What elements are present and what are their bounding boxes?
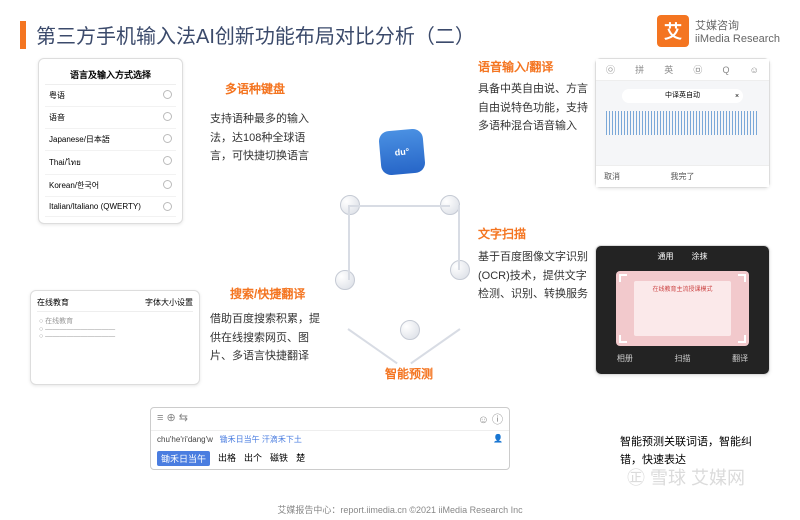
corner-icon: [619, 335, 627, 343]
section-kb-title: 多语种键盘: [225, 80, 285, 97]
album-icon[interactable]: 相册: [617, 353, 633, 364]
watermark: ㊣ 雪球 艾媒网: [627, 464, 745, 490]
language-header: 语言及输入方式选择: [45, 65, 176, 85]
connector-line: [458, 205, 460, 270]
lang-row[interactable]: Korean/한국어: [45, 175, 176, 197]
voice-panel: ㉧拼英㉤Q☺ 中译英自动× 取消我完了: [595, 58, 770, 188]
ocr-capture-area: 在线教育主流授课模式: [616, 271, 749, 346]
baidu-logo: du°: [380, 130, 430, 180]
footer: 艾媒报告中心：report.iimedia.cn ©2021 iiMedia R…: [0, 503, 800, 516]
section-search-title: 搜索/快捷翻译: [230, 285, 305, 302]
lang-row[interactable]: Italian/Italiano (QWERTY): [45, 197, 176, 217]
connector-line: [348, 205, 350, 280]
ime-pinyin: chu'he'ri'dang'w: [157, 435, 213, 444]
lang-row[interactable]: Japanese/日本語: [45, 129, 176, 151]
ime-candidates: 锄禾日当午 出格 出个 磁铁 楚: [151, 448, 509, 469]
radio-icon[interactable]: [163, 134, 172, 143]
diagram-node: [335, 270, 355, 290]
tab-online-edu[interactable]: 在线教育: [37, 297, 69, 308]
section-voice-body: 具备中英自由说、方言自由说特色功能，支持多语种混合语音输入: [478, 80, 588, 136]
scan-button[interactable]: 扫描: [674, 353, 690, 364]
waveform-icon: [606, 111, 759, 135]
brand-logo: 艾 艾媒咨询 iiMedia Research: [657, 15, 780, 47]
ocr-tab[interactable]: 通用: [658, 251, 674, 262]
connector-line: [350, 205, 450, 207]
corner-icon: [738, 335, 746, 343]
section-pred-title: 智能预测: [385, 365, 433, 382]
ocr-tab[interactable]: 涂抹: [692, 251, 708, 262]
radio-icon[interactable]: [163, 112, 172, 121]
ocr-doc: 在线教育主流授课模式: [634, 281, 731, 336]
translate-icon[interactable]: 翻译: [732, 353, 748, 364]
candidate[interactable]: 锄禾日当午: [157, 451, 210, 466]
connector-line: [347, 328, 397, 364]
voice-mode-bubble[interactable]: 中译英自动×: [622, 89, 743, 103]
title-accent: [20, 21, 26, 49]
candidate[interactable]: 出格: [218, 451, 236, 466]
ime-toolbar-right[interactable]: ☺ ⓘ: [478, 411, 503, 427]
brand-glyph: 艾: [657, 15, 689, 47]
ime-context: 锄禾日当午 汗滴禾下土: [220, 435, 302, 444]
diagram-node: [400, 320, 420, 340]
user-icon[interactable]: 👤: [493, 434, 503, 443]
radio-icon[interactable]: [163, 180, 172, 189]
diagram-node: [450, 260, 470, 280]
radio-icon[interactable]: [163, 90, 172, 99]
close-icon[interactable]: ×: [735, 90, 739, 104]
lang-row[interactable]: 语音: [45, 107, 176, 129]
language-panel: 语言及输入方式选择 粤语 语音 Japanese/日本語 Thai/ไทย Ko…: [38, 58, 183, 224]
candidate[interactable]: 楚: [296, 451, 305, 466]
candidate[interactable]: 出个: [244, 451, 262, 466]
voice-tabs: ㉧拼英㉤Q☺: [596, 59, 769, 81]
ime-preview: ≡ ⊕ ⇆☺ ⓘ chu'he'ri'dang'w 锄禾日当午 汗滴禾下土 👤 …: [150, 407, 510, 470]
section-search-body: 借助百度搜索积累，提供在线搜索网页、图片、多语言快捷翻译: [210, 310, 320, 366]
ime-toolbar-left[interactable]: ≡ ⊕ ⇆: [157, 411, 188, 427]
ocr-panel: 通用 涂抹 在线教育主流授课模式 相册 扫描 翻译: [595, 245, 770, 375]
radio-icon[interactable]: [163, 202, 172, 211]
radio-icon[interactable]: [163, 156, 172, 165]
brand-text: 艾媒咨询 iiMedia Research: [695, 17, 780, 45]
lang-row[interactable]: 粤语: [45, 85, 176, 107]
section-voice-title: 语音输入/翻译: [478, 58, 553, 75]
corner-icon: [619, 274, 627, 282]
corner-icon: [738, 274, 746, 282]
section-ocr-title: 文字扫描: [478, 225, 526, 242]
page-title: 第三方手机输入法AI创新功能布局对比分析（二）: [36, 20, 475, 49]
section-kb-body: 支持语种最多的输入法，达108种全球语言，可快捷切换语言: [210, 110, 320, 166]
search-body: ○ 在线教育○ ——————————○ ——————————: [37, 312, 193, 344]
tab-font-size[interactable]: 字体大小设置: [145, 297, 193, 308]
search-settings-panel: 在线教育 字体大小设置 ○ 在线教育○ ——————————○ —————————…: [30, 290, 200, 385]
candidate[interactable]: 磁铁: [270, 451, 288, 466]
lang-row[interactable]: Thai/ไทย: [45, 151, 176, 175]
section-ocr-body: 基于百度图像文字识别(OCR)技术，提供文字检测、识别、转换服务: [478, 248, 588, 304]
voice-bottom-bar: 取消我完了: [596, 165, 769, 187]
